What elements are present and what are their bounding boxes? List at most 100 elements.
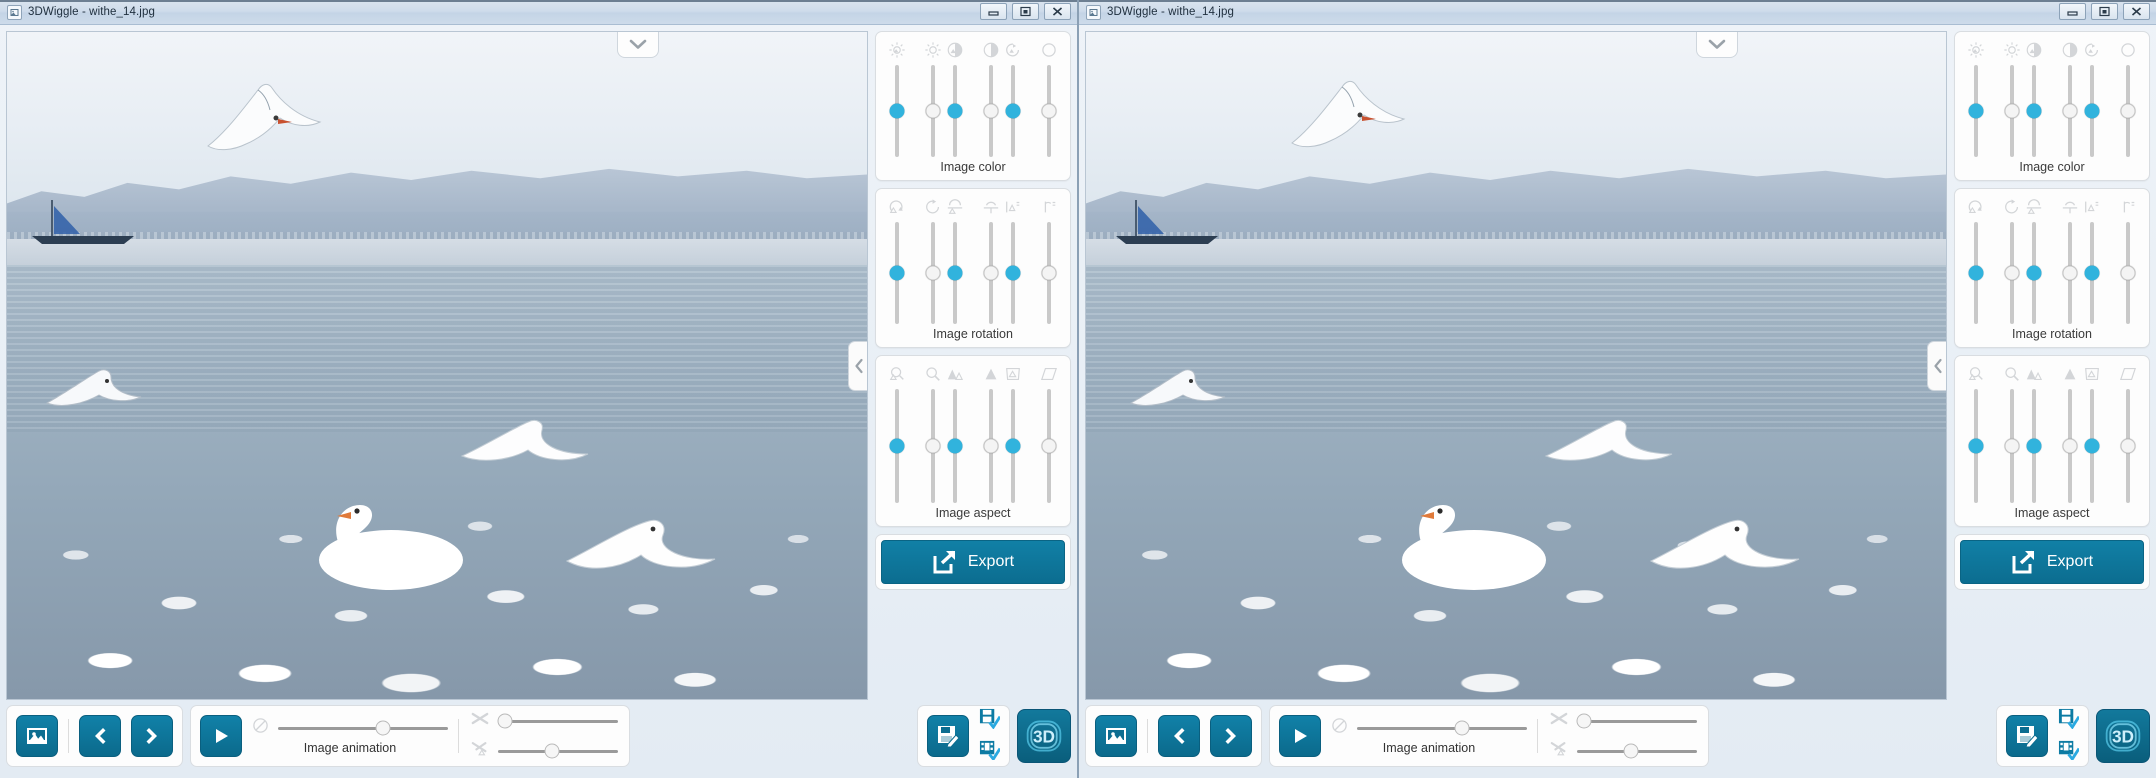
slider-knob[interactable] (2084, 103, 2100, 119)
slider-track[interactable] (2026, 65, 2042, 157)
slider-saturation-image[interactable] (2081, 39, 2103, 157)
slider-knob[interactable] (2004, 103, 2020, 119)
slider-knob[interactable] (1968, 265, 1984, 281)
slider-flip-h[interactable] (2059, 196, 2081, 324)
slider-saturation-image[interactable] (1002, 39, 1024, 157)
minimize-button[interactable] (980, 3, 1007, 20)
slider-track[interactable] (1041, 389, 1057, 503)
slider-brightness-image[interactable] (1965, 39, 1987, 157)
slider-saturation[interactable] (1038, 39, 1060, 157)
close-button[interactable] (1044, 3, 1071, 20)
slider-knob[interactable] (925, 103, 941, 119)
slider-skew-image[interactable] (2081, 363, 2103, 503)
previous-image-button[interactable] (79, 715, 121, 757)
cross-slider-1-knob[interactable] (1576, 713, 1592, 729)
slider-contrast[interactable] (980, 39, 1002, 157)
animation-slider-knob[interactable] (375, 720, 391, 736)
slider-track[interactable] (2004, 389, 2020, 503)
slider-track[interactable] (889, 389, 905, 503)
export-button[interactable]: Export (881, 540, 1065, 584)
save-edit-button[interactable] (2006, 715, 2048, 757)
play-button[interactable] (1279, 715, 1321, 757)
animation-slider-track[interactable] (278, 720, 448, 736)
slider-knob[interactable] (2084, 438, 2100, 454)
animation-slider-knob[interactable] (1454, 720, 1470, 736)
slider-knob[interactable] (1041, 103, 1057, 119)
minimize-button[interactable] (2059, 3, 2086, 20)
slider-flip-v[interactable] (2117, 196, 2139, 324)
slider-track[interactable] (925, 389, 941, 503)
slider-skew[interactable] (2117, 363, 2139, 503)
slider-knob[interactable] (2026, 265, 2042, 281)
slider-track[interactable] (2120, 389, 2136, 503)
slider-track[interactable] (2084, 389, 2100, 503)
open-image-button[interactable] (16, 715, 58, 757)
collapse-side-button-left[interactable] (848, 340, 867, 391)
slider-flip-h-image[interactable] (2023, 196, 2045, 324)
slider-knob[interactable] (2062, 438, 2078, 454)
slider-knob[interactable] (2120, 438, 2136, 454)
cross-slider-2-track[interactable] (1577, 743, 1697, 759)
slider-rotate-image[interactable] (886, 196, 908, 324)
slider-flip-v-image[interactable] (2081, 196, 2103, 324)
maximize-button[interactable] (1012, 3, 1039, 20)
slider-knob[interactable] (983, 103, 999, 119)
slider-knob[interactable] (889, 103, 905, 119)
slider-track[interactable] (2062, 65, 2078, 157)
slider-track[interactable] (889, 222, 905, 324)
save-check-button[interactable] (979, 708, 1002, 734)
cross-slider-2-knob[interactable] (544, 743, 560, 759)
slider-track[interactable] (2004, 222, 2020, 324)
titlebar-left[interactable]: 3DWiggle - withe_14.jpg (0, 0, 1077, 25)
slider-saturation[interactable] (2117, 39, 2139, 157)
slider-knob[interactable] (2062, 103, 2078, 119)
slider-track[interactable] (1968, 65, 1984, 157)
slider-track[interactable] (2062, 222, 2078, 324)
slider-track[interactable] (2026, 222, 2042, 324)
slider-knob[interactable] (2004, 438, 2020, 454)
next-image-button[interactable] (1210, 715, 1252, 757)
cross-slider-2-knob[interactable] (1623, 743, 1639, 759)
slider-track[interactable] (2120, 222, 2136, 324)
slider-rotate[interactable] (2001, 196, 2023, 324)
slider-knob[interactable] (1041, 438, 1057, 454)
slider-knob[interactable] (1005, 265, 1021, 281)
slider-rotate-image[interactable] (1965, 196, 1987, 324)
animation-slider-track[interactable] (1357, 720, 1527, 736)
slider-knob[interactable] (983, 265, 999, 281)
maximize-button[interactable] (2091, 3, 2118, 20)
slider-track[interactable] (1968, 222, 1984, 324)
slider-track[interactable] (2120, 65, 2136, 157)
slider-track[interactable] (2084, 65, 2100, 157)
slider-knob[interactable] (2084, 265, 2100, 281)
cross-slider-1-track[interactable] (497, 713, 618, 729)
slider-flip-h-image[interactable] (944, 196, 966, 324)
slider-track[interactable] (1005, 222, 1021, 324)
slider-contrast-image[interactable] (944, 39, 966, 157)
slider-flip-v-image[interactable] (1002, 196, 1024, 324)
slider-knob[interactable] (1041, 265, 1057, 281)
slider-track[interactable] (889, 65, 905, 157)
slider-knob[interactable] (1968, 103, 1984, 119)
slider-track[interactable] (947, 389, 963, 503)
slider-contrast-image[interactable] (2023, 39, 2045, 157)
slider-knob[interactable] (947, 438, 963, 454)
slider-track[interactable] (1041, 65, 1057, 157)
collapse-side-button-right[interactable] (1927, 340, 1946, 391)
slider-knob[interactable] (2026, 438, 2042, 454)
slider-track[interactable] (947, 65, 963, 157)
slider-track[interactable] (983, 389, 999, 503)
slider-knob[interactable] (889, 438, 905, 454)
play-button[interactable] (200, 715, 242, 757)
slider-track[interactable] (925, 65, 941, 157)
slider-flip-v[interactable] (1038, 196, 1060, 324)
slider-knob[interactable] (1005, 438, 1021, 454)
slider-contrast[interactable] (2059, 39, 2081, 157)
slider-flip-h[interactable] (980, 196, 1002, 324)
slider-knob[interactable] (947, 103, 963, 119)
film-check-button[interactable] (979, 739, 1002, 765)
slider-knob[interactable] (947, 265, 963, 281)
titlebar-right[interactable]: 3DWiggle - withe_14.jpg (1079, 0, 2156, 25)
collapse-top-button-left[interactable] (617, 32, 659, 58)
slider-knob[interactable] (925, 438, 941, 454)
